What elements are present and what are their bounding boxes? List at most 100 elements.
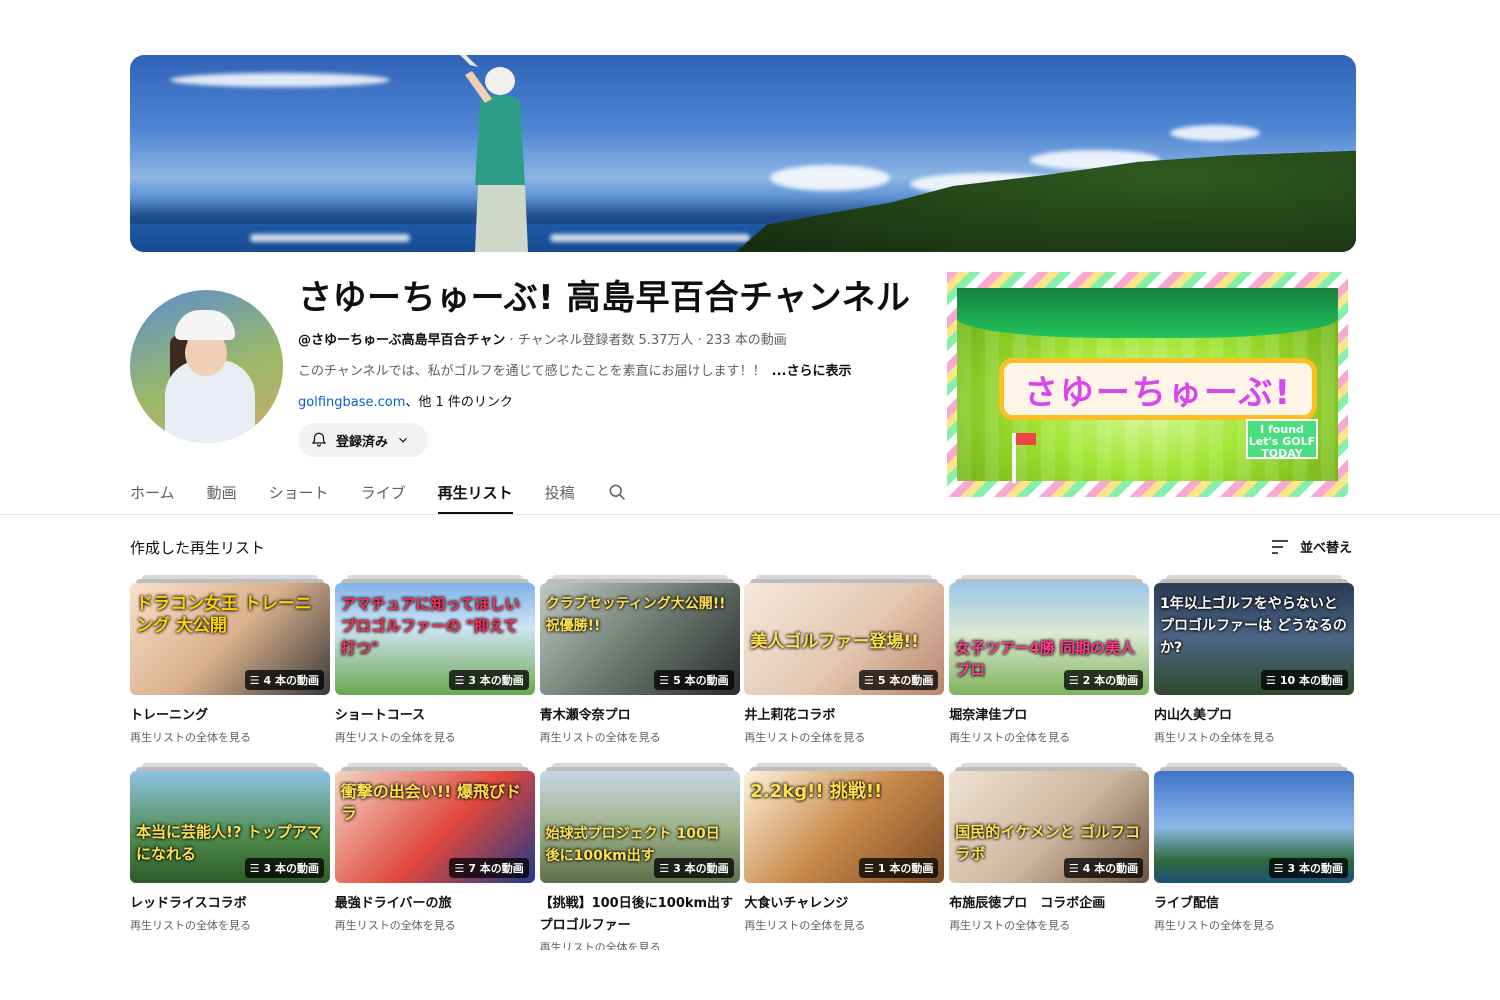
playlist-thumbnail[interactable]: 始球式プロジェクト 100日後に100km出す ☰ 3 本の動画 <box>539 771 740 883</box>
playlist-title[interactable]: 大食いチャレンジ <box>744 893 944 915</box>
channel-avatar[interactable] <box>130 290 283 443</box>
playlist-thumbnail[interactable]: ☰ 3 本の動画 <box>1153 771 1354 883</box>
video-count: 5 本の動画 <box>673 674 729 687</box>
channel-links: golfingbase.com、他 1 件のリンク <box>298 391 513 410</box>
video-count: 7 本の動画 <box>468 862 524 875</box>
featured-video-thumbnail[interactable]: さゆーちゅーぶ! I found Let's GOLF TODAY <box>947 272 1348 497</box>
playlist-thumbnail[interactable]: クラブセッティング大公開!! 祝優勝!! ☰ 5 本の動画 <box>539 583 740 695</box>
playlist-icon: ☰ <box>1068 861 1079 875</box>
playlist-title[interactable]: 最強ドライバーの旅 <box>335 893 535 915</box>
tab-shorts[interactable]: ショート <box>269 470 329 514</box>
subscribed-button[interactable]: 登録済み <box>298 423 428 457</box>
playlist-card[interactable]: 国民的イケメンと ゴルフコラボ ☰ 4 本の動画 布施辰徳プロ コラボ企画 再生リ… <box>949 763 1150 950</box>
tab-home[interactable]: ホーム <box>130 470 175 514</box>
playlist-thumbnail[interactable]: 女子ツアー4勝 同期の美人プロ ☰ 2 本の動画 <box>949 583 1150 695</box>
playlist-title[interactable]: 内山久美プロ <box>1154 705 1354 727</box>
tab-live[interactable]: ライブ <box>361 470 406 514</box>
video-count-badge: ☰ 3 本の動画 <box>1268 858 1348 878</box>
playlist-card[interactable]: ドラコン女王 トレーニング 大公開 ☰ 4 本の動画 トレーニング 再生リストの全… <box>130 575 330 745</box>
channel-tabs: ホーム 動画 ショート ライブ 再生リスト 投稿 <box>130 470 627 514</box>
other-links-link[interactable]: 、他 1 件のリンク <box>405 395 513 410</box>
playlist-card[interactable]: ☰ 3 本の動画 ライブ配信 再生リストの全体を見る <box>1153 763 1354 950</box>
video-count: 3 本の動画 <box>673 862 729 875</box>
view-full-playlist-link[interactable]: 再生リストの全体を見る <box>949 917 1149 933</box>
playlist-title[interactable]: ショートコース <box>335 705 535 727</box>
thumbnail-caption: アマチュアに知ってほしい プロゴルファーの "抑えて打つ" <box>340 595 520 657</box>
playlist-thumbnail[interactable]: 本当に芸能人!? トップアマになれる ☰ 3 本の動画 <box>130 771 330 883</box>
sort-icon <box>1272 539 1288 554</box>
video-count-badge: ☰ 3 本の動画 <box>449 670 529 690</box>
featured-title: さゆーちゅーぶ! <box>999 358 1317 420</box>
view-full-playlist-link[interactable]: 再生リストの全体を見る <box>130 729 330 745</box>
playlist-icon: ☰ <box>864 673 874 687</box>
sort-button[interactable]: 並べ替え <box>1270 537 1352 556</box>
playlist-card[interactable]: 1年以上ゴルフをやらないと プロゴルファーは どうなるのか? ☰ 10 本の動画 … <box>1153 575 1354 745</box>
playlist-card[interactable]: クラブセッティング大公開!! 祝優勝!! ☰ 5 本の動画 青木瀬令奈プロ 再生リ… <box>539 575 740 745</box>
playlist-icon: ☰ <box>1068 673 1079 687</box>
golf-flag-icon <box>1012 433 1036 483</box>
playlist-title[interactable]: 【挑戦】100日後に100km出すプロゴルファー <box>540 893 740 937</box>
channel-handle[interactable]: @さゆーちゅーぶ高島早百合チャン <box>298 333 505 348</box>
view-full-playlist-link[interactable]: 再生リストの全体を見る <box>744 917 944 933</box>
playlist-card[interactable]: 本当に芸能人!? トップアマになれる ☰ 3 本の動画 レッドライスコラボ 再生リ… <box>130 763 330 950</box>
show-more-link[interactable]: ...さらに表示 <box>772 364 852 379</box>
view-full-playlist-link[interactable]: 再生リストの全体を見る <box>540 939 740 950</box>
tab-search[interactable] <box>607 470 627 514</box>
playlist-card[interactable]: 2.2kg!! 挑戦!! ☰ 1 本の動画 大食いチャレンジ 再生リストの全体を見… <box>744 763 945 950</box>
playlist-title[interactable]: トレーニング <box>130 705 330 727</box>
view-full-playlist-link[interactable]: 再生リストの全体を見る <box>130 917 330 933</box>
view-full-playlist-link[interactable]: 再生リストの全体を見る <box>540 729 740 745</box>
thumbnail-caption: クラブセッティング大公開!! 祝優勝!! <box>545 596 726 634</box>
playlist-icon: ☰ <box>249 861 260 875</box>
sort-label: 並べ替え <box>1300 541 1353 556</box>
playlist-icon: ☰ <box>454 861 465 875</box>
channel-stats: ‧ チャンネル登録者数 5.37万人 ‧ 233 本の動画 <box>505 333 787 348</box>
playlist-icon: ☰ <box>454 673 465 687</box>
playlist-title[interactable]: 堀奈津佳プロ <box>949 705 1149 727</box>
video-count-badge: ☰ 4 本の動画 <box>244 670 324 690</box>
playlist-card[interactable]: 美人ゴルファー登場!! ☰ 5 本の動画 井上莉花コラボ 再生リストの全体を見る <box>744 575 945 745</box>
playlist-thumbnail[interactable]: 衝撃の出会い!! 爆飛びドラ ☰ 7 本の動画 <box>334 771 535 883</box>
tab-videos[interactable]: 動画 <box>207 470 237 514</box>
playlist-title[interactable]: レッドライスコラボ <box>130 893 330 915</box>
playlist-title[interactable]: 井上莉花コラボ <box>744 705 944 727</box>
tab-posts[interactable]: 投稿 <box>545 470 575 514</box>
playlist-title[interactable]: 青木瀬令奈プロ <box>540 705 740 727</box>
playlist-title[interactable]: ライブ配信 <box>1154 893 1354 915</box>
view-full-playlist-link[interactable]: 再生リストの全体を見る <box>335 729 535 745</box>
playlist-icon: ☰ <box>249 673 260 687</box>
view-full-playlist-link[interactable]: 再生リストの全体を見る <box>949 729 1149 745</box>
channel-name: さゆーちゅーぶ! 高島早百合チャンネル <box>298 278 911 318</box>
video-count: 4 本の動画 <box>1082 862 1139 875</box>
playlist-thumbnail[interactable]: 1年以上ゴルフをやらないと プロゴルファーは どうなるのか? ☰ 10 本の動画 <box>1153 583 1354 695</box>
view-full-playlist-link[interactable]: 再生リストの全体を見る <box>744 729 944 745</box>
playlist-title[interactable]: 布施辰徳プロ コラボ企画 <box>949 893 1149 915</box>
channel-description[interactable]: このチャンネルでは、私がゴルフを通じて感じたことを素直にお届けします！！ ...さ… <box>298 360 851 379</box>
playlist-icon: ☰ <box>659 673 670 687</box>
channel-website-link[interactable]: golfingbase.com <box>298 395 405 410</box>
thumbnail-caption: ドラコン女王 トレーニング 大公開 <box>136 594 312 636</box>
playlist-card[interactable]: 始球式プロジェクト 100日後に100km出す ☰ 3 本の動画 【挑戦】100日… <box>539 763 740 950</box>
playlist-card[interactable]: 女子ツアー4勝 同期の美人プロ ☰ 2 本の動画 堀奈津佳プロ 再生リストの全体を… <box>949 575 1150 745</box>
playlist-card[interactable]: 衝撃の出会い!! 爆飛びドラ ☰ 7 本の動画 最強ドライバーの旅 再生リストの全… <box>334 763 535 950</box>
playlist-card[interactable]: アマチュアに知ってほしい プロゴルファーの "抑えて打つ" ☰ 3 本の動画 ショ… <box>334 575 535 745</box>
video-count: 3 本の動画 <box>468 674 524 687</box>
view-full-playlist-link[interactable]: 再生リストの全体を見る <box>335 917 535 933</box>
playlist-thumbnail[interactable]: 2.2kg!! 挑戦!! ☰ 1 本の動画 <box>744 771 945 883</box>
playlist-grid-row2: 本当に芸能人!? トップアマになれる ☰ 3 本の動画 レッドライスコラボ 再生リ… <box>130 763 1356 950</box>
playlist-thumbnail[interactable]: 国民的イケメンと ゴルフコラボ ☰ 4 本の動画 <box>949 771 1150 883</box>
playlist-thumbnail[interactable]: アマチュアに知ってほしい プロゴルファーの "抑えて打つ" ☰ 3 本の動画 <box>334 583 535 695</box>
video-count-badge: ☰ 1 本の動画 <box>859 858 939 878</box>
thumbnail-caption: 美人ゴルファー登場!! <box>750 632 919 652</box>
playlist-icon: ☰ <box>1273 861 1284 875</box>
video-count: 2 本の動画 <box>1082 674 1139 687</box>
tab-playlists[interactable]: 再生リスト <box>437 470 513 514</box>
playlist-thumbnail[interactable]: ドラコン女王 トレーニング 大公開 ☰ 4 本の動画 <box>130 583 330 695</box>
video-count: 1 本の動画 <box>877 862 934 875</box>
view-full-playlist-link[interactable]: 再生リストの全体を見る <box>1154 917 1354 933</box>
playlist-thumbnail[interactable]: 美人ゴルファー登場!! ☰ 5 本の動画 <box>744 583 945 695</box>
subscribed-label: 登録済み <box>336 434 389 450</box>
view-full-playlist-link[interactable]: 再生リストの全体を見る <box>1154 729 1354 745</box>
chevron-down-icon <box>399 437 407 443</box>
playlist-icon: ☰ <box>1265 673 1276 687</box>
